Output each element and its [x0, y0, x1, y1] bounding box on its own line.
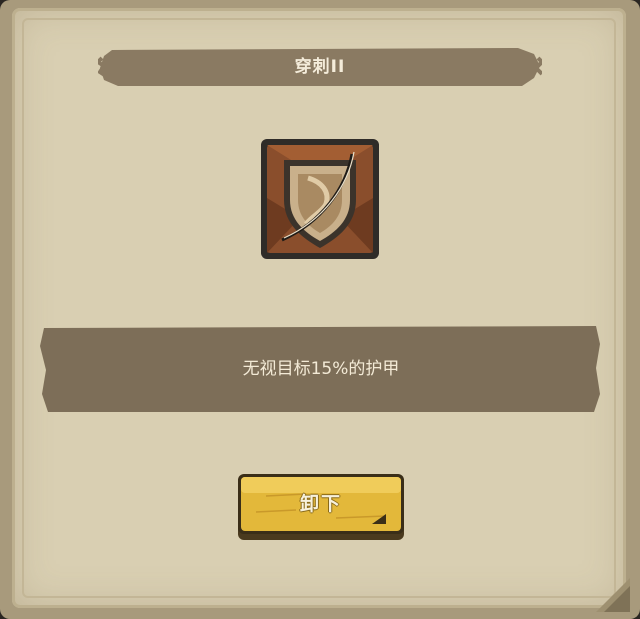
skill-detail-dialog: 穿刺II 无视目标15%的护甲 卸下 — [0, 0, 640, 619]
unequip-button-label: 卸下 — [299, 493, 342, 515]
skill-description: 无视目标15%的护甲 — [242, 359, 400, 379]
skill-title: 穿刺II — [294, 57, 346, 77]
title-banner: 穿刺II — [98, 44, 542, 90]
pierce-shield-icon — [260, 138, 380, 260]
page-curl-decoration — [596, 578, 630, 612]
description-bar: 无视目标15%的护甲 — [40, 324, 602, 414]
unequip-button[interactable]: 卸下 — [236, 472, 406, 542]
